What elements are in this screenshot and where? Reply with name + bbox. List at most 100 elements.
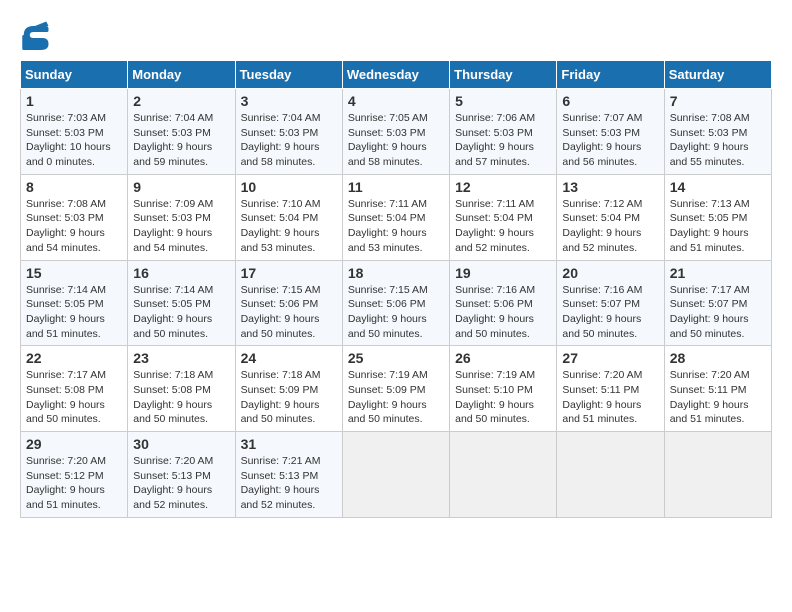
sunset-time: Sunset: 5:11 PM	[562, 383, 658, 398]
sunset-time: Sunset: 5:06 PM	[455, 297, 551, 312]
daylight-hours: Daylight: 9 hours and 51 minutes.	[26, 483, 122, 512]
logo-icon	[20, 20, 50, 50]
weekday-header-tuesday: Tuesday	[235, 61, 342, 89]
calendar-cell: 5Sunrise: 7:06 AMSunset: 5:03 PMDaylight…	[450, 89, 557, 175]
calendar-cell: 14Sunrise: 7:13 AMSunset: 5:05 PMDayligh…	[664, 174, 771, 260]
sunset-time: Sunset: 5:12 PM	[26, 469, 122, 484]
day-number: 15	[26, 265, 122, 281]
sunrise-time: Sunrise: 7:11 AM	[348, 197, 444, 212]
sunrise-time: Sunrise: 7:16 AM	[455, 283, 551, 298]
sunset-time: Sunset: 5:13 PM	[241, 469, 337, 484]
calendar-cell	[450, 432, 557, 518]
calendar-week-row: 8Sunrise: 7:08 AMSunset: 5:03 PMDaylight…	[21, 174, 772, 260]
sunrise-time: Sunrise: 7:20 AM	[562, 368, 658, 383]
sunrise-time: Sunrise: 7:13 AM	[670, 197, 766, 212]
sunrise-time: Sunrise: 7:16 AM	[562, 283, 658, 298]
day-number: 12	[455, 179, 551, 195]
sunset-time: Sunset: 5:11 PM	[670, 383, 766, 398]
sunset-time: Sunset: 5:03 PM	[670, 126, 766, 141]
sunrise-time: Sunrise: 7:14 AM	[133, 283, 229, 298]
calendar-cell: 12Sunrise: 7:11 AMSunset: 5:04 PMDayligh…	[450, 174, 557, 260]
day-number: 24	[241, 350, 337, 366]
sunset-time: Sunset: 5:09 PM	[241, 383, 337, 398]
calendar-cell	[664, 432, 771, 518]
calendar-cell: 13Sunrise: 7:12 AMSunset: 5:04 PMDayligh…	[557, 174, 664, 260]
daylight-hours: Daylight: 9 hours and 53 minutes.	[348, 226, 444, 255]
calendar-cell: 26Sunrise: 7:19 AMSunset: 5:10 PMDayligh…	[450, 346, 557, 432]
day-number: 10	[241, 179, 337, 195]
sunset-time: Sunset: 5:07 PM	[562, 297, 658, 312]
daylight-hours: Daylight: 9 hours and 55 minutes.	[670, 140, 766, 169]
calendar-cell: 31 Sunrise: 7:21 AMSunset: 5:13 PMDayligh…	[235, 432, 342, 518]
calendar-cell: 16Sunrise: 7:14 AMSunset: 5:05 PMDayligh…	[128, 260, 235, 346]
day-number: 25	[348, 350, 444, 366]
calendar-cell: 15Sunrise: 7:14 AMSunset: 5:05 PMDayligh…	[21, 260, 128, 346]
sunset-time: Sunset: 5:05 PM	[133, 297, 229, 312]
sunset-time: Sunset: 5:06 PM	[348, 297, 444, 312]
calendar-cell: 18Sunrise: 7:15 AMSunset: 5:06 PMDayligh…	[342, 260, 449, 346]
calendar-cell: 30Sunrise: 7:20 AMSunset: 5:13 PMDayligh…	[128, 432, 235, 518]
sunset-time: Sunset: 5:05 PM	[670, 211, 766, 226]
sunrise-time: Sunrise: 7:15 AM	[241, 283, 337, 298]
calendar-cell: 17 Sunrise: 7:15 AMSunset: 5:06 PMDayligh…	[235, 260, 342, 346]
calendar-cell: 24 Sunrise: 7:18 AMSunset: 5:09 PMDayligh…	[235, 346, 342, 432]
sunrise-time: Sunrise: 7:20 AM	[670, 368, 766, 383]
sunrise-time: Sunrise: 7:15 AM	[348, 283, 444, 298]
daylight-hours: Daylight: 9 hours and 59 minutes.	[133, 140, 229, 169]
day-number: 22	[26, 350, 122, 366]
day-number: 17	[241, 265, 337, 281]
sunrise-time: Sunrise: 7:11 AM	[455, 197, 551, 212]
day-number: 31	[241, 436, 337, 452]
daylight-hours: Daylight: 9 hours and 52 minutes.	[562, 226, 658, 255]
sunrise-time: Sunrise: 7:17 AM	[26, 368, 122, 383]
daylight-hours: Daylight: 9 hours and 52 minutes.	[455, 226, 551, 255]
sunset-time: Sunset: 5:03 PM	[26, 126, 122, 141]
daylight-hours: Daylight: 10 hours and 0 minutes.	[26, 140, 122, 169]
calendar-cell: 28Sunrise: 7:20 AMSunset: 5:11 PMDayligh…	[664, 346, 771, 432]
sunset-time: Sunset: 5:03 PM	[562, 126, 658, 141]
sunrise-time: Sunrise: 7:04 AM	[133, 111, 229, 126]
calendar-cell	[557, 432, 664, 518]
sunset-time: Sunset: 5:06 PM	[241, 297, 337, 312]
daylight-hours: Daylight: 9 hours and 50 minutes.	[26, 398, 122, 427]
sunrise-time: Sunrise: 7:12 AM	[562, 197, 658, 212]
sunrise-time: Sunrise: 7:04 AM	[241, 111, 337, 126]
day-number: 9	[133, 179, 229, 195]
daylight-hours: Daylight: 9 hours and 50 minutes.	[562, 312, 658, 341]
day-number: 23	[133, 350, 229, 366]
page-header	[20, 20, 772, 50]
daylight-hours: Daylight: 9 hours and 52 minutes.	[133, 483, 229, 512]
daylight-hours: Daylight: 9 hours and 52 minutes.	[241, 483, 337, 512]
sunset-time: Sunset: 5:10 PM	[455, 383, 551, 398]
sunrise-time: Sunrise: 7:20 AM	[26, 454, 122, 469]
logo	[20, 20, 54, 50]
sunrise-time: Sunrise: 7:20 AM	[133, 454, 229, 469]
calendar-cell: 7Sunrise: 7:08 AMSunset: 5:03 PMDaylight…	[664, 89, 771, 175]
daylight-hours: Daylight: 9 hours and 53 minutes.	[241, 226, 337, 255]
daylight-hours: Daylight: 9 hours and 51 minutes.	[670, 226, 766, 255]
day-number: 26	[455, 350, 551, 366]
daylight-hours: Daylight: 9 hours and 56 minutes.	[562, 140, 658, 169]
sunset-time: Sunset: 5:03 PM	[348, 126, 444, 141]
sunrise-time: Sunrise: 7:21 AM	[241, 454, 337, 469]
daylight-hours: Daylight: 9 hours and 50 minutes.	[348, 398, 444, 427]
calendar-cell: 9Sunrise: 7:09 AMSunset: 5:03 PMDaylight…	[128, 174, 235, 260]
sunrise-time: Sunrise: 7:05 AM	[348, 111, 444, 126]
sunrise-time: Sunrise: 7:18 AM	[241, 368, 337, 383]
calendar-week-row: 15 Sunrise: 7:14 AMSunset: 5:05 PM Dayligh…	[21, 260, 772, 346]
sunrise-time: Sunrise: 7:18 AM	[133, 368, 229, 383]
calendar-cell: 23Sunrise: 7:18 AMSunset: 5:08 PMDayligh…	[128, 346, 235, 432]
calendar-cell: 27Sunrise: 7:20 AMSunset: 5:11 PMDayligh…	[557, 346, 664, 432]
day-number: 27	[562, 350, 658, 366]
daylight-hours: Daylight: 9 hours and 50 minutes.	[241, 312, 337, 341]
day-number: 18	[348, 265, 444, 281]
daylight-hours: Daylight: 9 hours and 50 minutes.	[241, 398, 337, 427]
day-number: 7	[670, 93, 766, 109]
calendar-week-row: 22Sunrise: 7:17 AMSunset: 5:08 PMDayligh…	[21, 346, 772, 432]
sunset-time: Sunset: 5:03 PM	[241, 126, 337, 141]
sunrise-time: Sunrise: 7:17 AM	[670, 283, 766, 298]
calendar-cell: 6Sunrise: 7:07 AMSunset: 5:03 PMDaylight…	[557, 89, 664, 175]
day-number: 3	[241, 93, 337, 109]
daylight-hours: Daylight: 9 hours and 50 minutes.	[455, 312, 551, 341]
day-number: 13	[562, 179, 658, 195]
